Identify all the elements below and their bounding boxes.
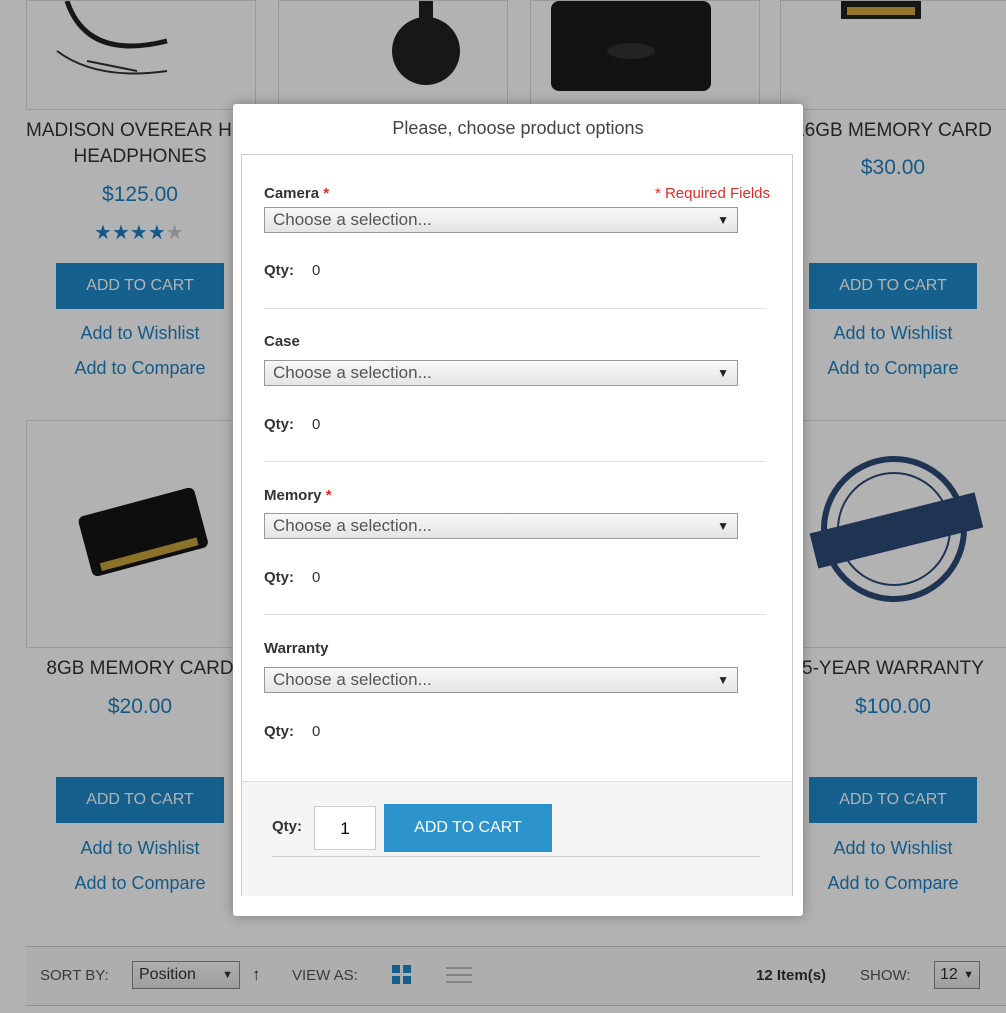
qty-label: Qty: bbox=[264, 262, 294, 279]
qty-label: Qty: bbox=[272, 818, 302, 835]
option-label-memory: Memory * bbox=[264, 487, 332, 504]
case-select[interactable]: Choose a selection... ▼ bbox=[264, 360, 738, 386]
qty-value: 0 bbox=[312, 723, 321, 740]
select-value: Choose a selection... bbox=[273, 210, 432, 229]
qty-label: Qty: bbox=[264, 416, 294, 433]
memory-select[interactable]: Choose a selection... ▼ bbox=[264, 513, 738, 539]
camera-qty: Qty: 0 bbox=[264, 262, 320, 279]
qty-value: 0 bbox=[312, 416, 321, 433]
option-label-text: Warranty bbox=[264, 640, 329, 657]
option-label-warranty: Warranty bbox=[264, 640, 328, 657]
qty-input[interactable]: 1 bbox=[314, 806, 376, 850]
divider bbox=[264, 614, 766, 615]
warranty-select[interactable]: Choose a selection... ▼ bbox=[264, 667, 738, 693]
select-value: Choose a selection... bbox=[273, 363, 432, 382]
product-options-modal: Please, choose product options * Require… bbox=[233, 104, 803, 916]
chevron-down-icon: ▼ bbox=[717, 673, 729, 687]
required-mark: * bbox=[323, 185, 330, 202]
case-qty: Qty: 0 bbox=[264, 416, 320, 433]
options-form: * Required Fields Camera * Choose a sele… bbox=[241, 154, 793, 896]
select-value: Choose a selection... bbox=[273, 516, 432, 535]
memory-qty: Qty: 0 bbox=[264, 569, 320, 586]
required-fields-note: * Required Fields bbox=[654, 185, 770, 202]
qty-value: 0 bbox=[312, 569, 321, 586]
select-value: Choose a selection... bbox=[273, 670, 432, 689]
qty-label: Qty: bbox=[264, 569, 294, 586]
option-label-text: Memory bbox=[264, 487, 322, 504]
divider bbox=[264, 461, 766, 462]
option-label-text: Camera bbox=[264, 185, 320, 202]
chevron-down-icon: ▼ bbox=[717, 519, 729, 533]
chevron-down-icon: ▼ bbox=[717, 366, 729, 380]
camera-select[interactable]: Choose a selection... ▼ bbox=[264, 207, 738, 233]
chevron-down-icon: ▼ bbox=[717, 213, 729, 227]
warranty-qty: Qty: 0 bbox=[264, 723, 320, 740]
option-label-text: Case bbox=[264, 333, 300, 350]
qty-value: 0 bbox=[312, 262, 321, 279]
divider bbox=[272, 856, 760, 857]
option-label-camera: Camera * bbox=[264, 185, 329, 202]
modal-actions: Qty: 1 ADD TO CART bbox=[242, 781, 792, 896]
option-label-case: Case bbox=[264, 333, 300, 350]
modal-title: Please, choose product options bbox=[392, 118, 644, 138]
required-mark: * bbox=[325, 487, 332, 504]
add-to-cart-button[interactable]: ADD TO CART bbox=[384, 804, 552, 852]
qty-label: Qty: bbox=[264, 723, 294, 740]
divider bbox=[264, 308, 766, 309]
